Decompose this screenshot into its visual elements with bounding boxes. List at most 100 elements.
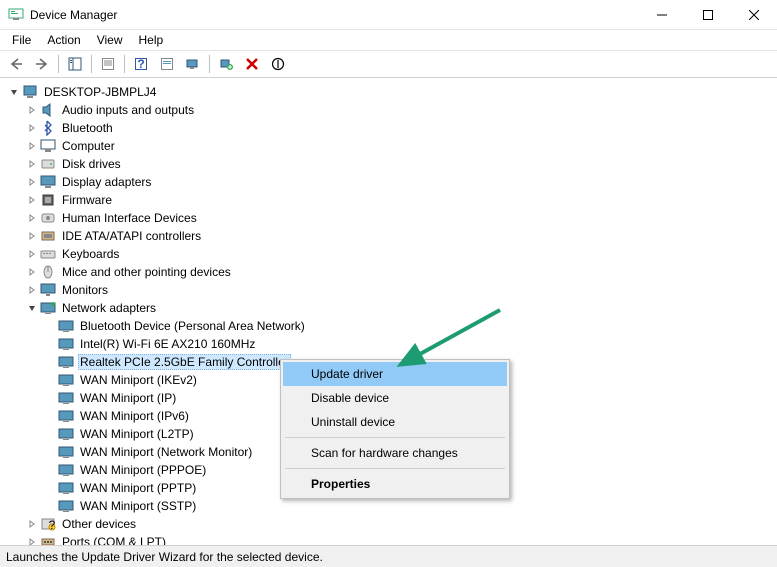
tree-root-node[interactable]: DESKTOP-JBMPLJ4 [4,83,777,101]
speaker-icon [40,102,56,118]
scan-button[interactable] [181,52,205,76]
category-node[interactable]: Audio inputs and outputs [4,101,777,119]
menu-help[interactable]: Help [131,31,172,49]
nic-icon [58,336,74,352]
forward-button[interactable] [30,52,54,76]
device-node[interactable]: Intel(R) Wi-Fi 6E AX210 160MHz [4,335,777,353]
nic-icon [58,444,74,460]
category-node[interactable]: Firmware [4,191,777,209]
hid-icon [40,210,56,226]
display-icon [40,174,56,190]
category-node[interactable]: Display adapters [4,173,777,191]
chevron-right-icon[interactable] [26,536,38,545]
device-label: WAN Miniport (SSTP) [78,499,198,513]
category-label: Audio inputs and outputs [60,103,196,117]
network-icon [40,300,56,316]
monitor-icon [40,282,56,298]
help-button[interactable]: ? [129,52,153,76]
device-node[interactable]: Bluetooth Device (Personal Area Network) [4,317,777,335]
action-button[interactable] [155,52,179,76]
category-node[interactable]: IDE ATA/ATAPI controllers [4,227,777,245]
category-node[interactable]: ?Other devices [4,515,777,533]
menu-view[interactable]: View [89,31,131,49]
category-label: Mice and other pointing devices [60,265,233,279]
nic-icon [58,462,74,478]
category-node[interactable]: Keyboards [4,245,777,263]
chevron-down-icon[interactable] [8,86,20,98]
toolbar-separator [58,55,59,73]
category-node[interactable]: Monitors [4,281,777,299]
keyboard-icon [40,246,56,262]
minimize-button[interactable] [639,0,685,30]
back-button[interactable] [4,52,28,76]
device-label: WAN Miniport (PPPOE) [78,463,208,477]
chip-icon [40,192,56,208]
category-label: Display adapters [60,175,153,189]
chevron-right-icon[interactable] [26,158,38,170]
category-network-adapters[interactable]: Network adapters [4,299,777,317]
chevron-right-icon[interactable] [26,248,38,260]
device-node[interactable]: WAN Miniport (SSTP) [4,497,777,515]
root-label: DESKTOP-JBMPLJ4 [42,85,158,99]
chevron-right-icon[interactable] [26,140,38,152]
category-node[interactable]: Computer [4,137,777,155]
close-button[interactable] [731,0,777,30]
category-node[interactable]: Human Interface Devices [4,209,777,227]
chevron-right-icon[interactable] [26,266,38,278]
nic-icon [58,426,74,442]
category-node[interactable]: Bluetooth [4,119,777,137]
properties-button[interactable] [96,52,120,76]
disable-button[interactable] [266,52,290,76]
category-label: Disk drives [60,157,123,171]
chevron-right-icon[interactable] [26,176,38,188]
mouse-icon [40,264,56,280]
chevron-right-icon[interactable] [26,122,38,134]
context-menu-item[interactable]: Update driver [283,362,507,386]
context-menu-item[interactable]: Disable device [283,386,507,410]
category-label: Ports (COM & LPT) [60,535,168,545]
device-label: WAN Miniport (Network Monitor) [78,445,254,459]
nic-icon [58,390,74,406]
nic-icon [58,408,74,424]
menu-action[interactable]: Action [39,31,88,49]
chevron-right-icon[interactable] [26,104,38,116]
status-text: Launches the Update Driver Wizard for th… [6,550,323,564]
computer-icon [40,138,56,154]
chevron-right-icon[interactable] [26,212,38,224]
category-label: Keyboards [60,247,121,261]
category-label: Bluetooth [60,121,115,135]
maximize-button[interactable] [685,0,731,30]
disk-icon [40,156,56,172]
category-label: IDE ATA/ATAPI controllers [60,229,203,243]
chevron-right-icon[interactable] [26,194,38,206]
category-node[interactable]: Disk drives [4,155,777,173]
chevron-right-icon[interactable] [26,230,38,242]
context-menu-item[interactable]: Properties [283,472,507,496]
device-label: WAN Miniport (IPv6) [78,409,191,423]
toolbar-separator [91,55,92,73]
toolbar: ? [0,50,777,78]
svg-text:?: ? [137,57,144,71]
device-label: Bluetooth Device (Personal Area Network) [78,319,307,333]
context-menu-item[interactable]: Uninstall device [283,410,507,434]
update-driver-button[interactable] [214,52,238,76]
context-menu: Update driverDisable deviceUninstall dev… [280,359,510,499]
chevron-down-icon[interactable] [26,302,38,314]
nic-icon [58,480,74,496]
status-bar: Launches the Update Driver Wizard for th… [0,545,777,567]
context-menu-separator [285,437,505,438]
chevron-right-icon[interactable] [26,518,38,530]
category-node[interactable]: Mice and other pointing devices [4,263,777,281]
menu-file[interactable]: File [4,31,39,49]
port-icon [40,534,56,545]
toolbar-separator [124,55,125,73]
device-label: WAN Miniport (L2TP) [78,427,196,441]
context-menu-separator [285,468,505,469]
chevron-right-icon[interactable] [26,284,38,296]
toolbar-separator [209,55,210,73]
context-menu-item[interactable]: Scan for hardware changes [283,441,507,465]
show-hide-tree-button[interactable] [63,52,87,76]
category-label: Firmware [60,193,114,207]
category-node[interactable]: Ports (COM & LPT) [4,533,777,545]
uninstall-button[interactable] [240,52,264,76]
